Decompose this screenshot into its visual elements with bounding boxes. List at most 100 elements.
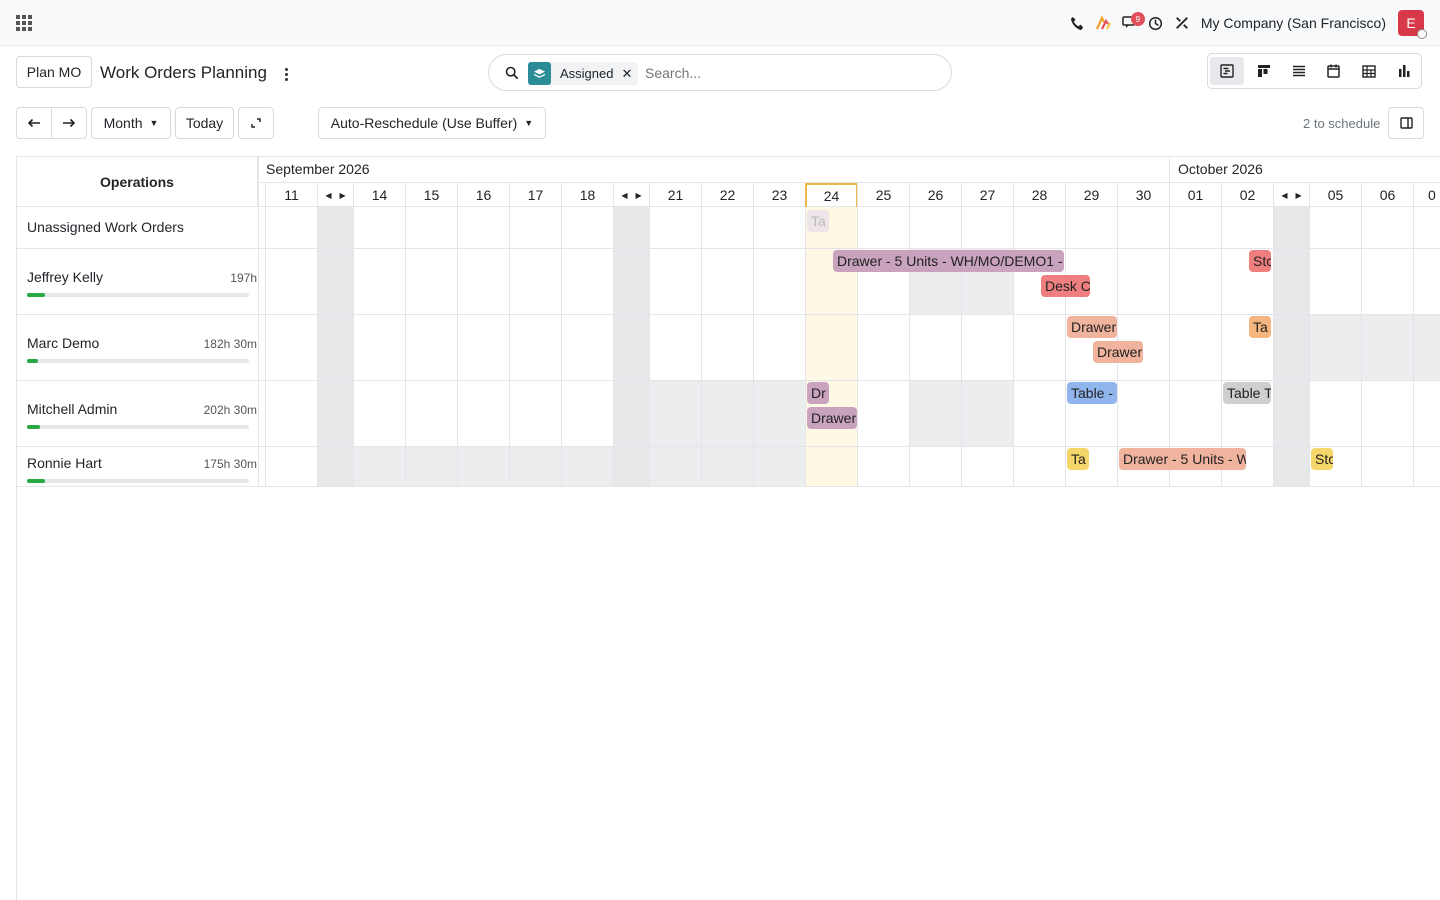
search-bar: Assigned ✕ [488,54,952,91]
row-name: Unassigned Work Orders [27,219,184,235]
day-header: 17 [509,183,561,207]
caret-right-icon: ▶ [1295,190,1302,200]
caret-down-icon: ▼ [524,118,534,128]
scale-label: Month [103,115,143,131]
search-input[interactable] [645,65,925,81]
expand-button[interactable] [238,107,274,139]
activity-chart-icon[interactable] [1091,10,1117,36]
operations-header: Operations [17,157,258,207]
list-view-icon[interactable] [1281,54,1316,88]
next-button[interactable] [51,107,87,139]
phone-icon[interactable] [1065,10,1091,36]
facet-label: Assigned [560,66,614,81]
day-header: 18 [561,183,613,207]
layers-icon [528,62,551,85]
row-name: Jeffrey Kelly [27,269,103,285]
day-header: 02 [1221,183,1273,207]
to-schedule-count[interactable]: 2 to schedule [1303,116,1380,131]
row-hours: 197h [230,271,257,285]
page-title: Work Orders Planning [100,63,267,82]
day-header: 11 [265,183,317,207]
day-header: 0 [1413,183,1440,207]
month-label-september: September 2026 [266,161,370,177]
today-button[interactable]: Today [175,107,234,139]
clock-icon[interactable] [1143,10,1169,36]
gantt-row[interactable]: Jeffrey Kelly 197h [17,249,1440,315]
day-header-today: 24 [805,183,858,207]
work-order-pill[interactable]: Stc [1311,448,1333,470]
row-hours: 175h 30m [203,457,257,471]
kanban-view-icon[interactable] [1246,54,1281,88]
messages-icon[interactable]: 9 [1117,10,1145,36]
plan-mo-button[interactable]: Plan MO [16,56,92,88]
pivot-view-icon[interactable] [1351,54,1386,88]
day-header: 30 [1117,183,1169,207]
search-icon[interactable] [505,66,519,80]
work-order-pill[interactable]: Drawer - 5 Units - W [1119,448,1246,470]
top-navbar: 9 My Company (San Francisco) E [0,0,1440,46]
caret-left-icon: ◀ [325,190,332,200]
work-order-pill[interactable]: Drawer [1067,316,1117,338]
expand-icon [251,118,261,128]
day-header: 21 [649,183,701,207]
graph-view-icon[interactable] [1386,54,1421,88]
day-header: 01 [1169,183,1221,207]
calendar-view-icon[interactable] [1316,54,1351,88]
arrow-right-icon [63,118,76,128]
work-order-pill[interactable]: Ta [1067,448,1089,470]
work-order-pill[interactable]: Dr [807,382,829,404]
reschedule-label: Auto-Reschedule (Use Buffer) [330,115,518,131]
row-name: Ronnie Hart [27,455,102,471]
day-header: 28 [1013,183,1065,207]
apps-menu-icon[interactable] [16,15,32,31]
day-header: 05 [1309,183,1361,207]
caret-left-icon: ◀ [621,190,628,200]
side-panel-toggle[interactable] [1388,107,1424,139]
work-order-pill[interactable]: Desk C [1041,275,1090,297]
work-order-pill[interactable]: Table - [1067,382,1117,404]
work-order-pill[interactable]: Ta [807,210,829,232]
workload-progress-bar [27,293,249,297]
caret-left-icon: ◀ [1281,190,1288,200]
day-header: 25 [857,183,909,207]
day-header: 29 [1065,183,1117,207]
caret-right-icon: ▶ [635,190,642,200]
scale-dropdown[interactable]: Month ▼ [91,107,171,139]
work-order-pill[interactable]: Stc [1249,250,1271,272]
previous-button[interactable] [16,107,52,139]
day-header: 23 [753,183,805,207]
systray: 9 My Company (San Francisco) E [1065,0,1440,46]
user-avatar[interactable]: E [1398,10,1427,39]
caret-right-icon: ▶ [339,190,346,200]
collapsed-weekend-nav[interactable]: ◀ ▶ [613,183,649,207]
search-facet-assigned[interactable]: Assigned ✕ [528,62,639,85]
remove-facet-icon[interactable]: ✕ [621,66,632,82]
day-header: 06 [1361,183,1413,207]
work-order-pill[interactable]: Drawer - 5 Units - WH/MO/DEMO1 - [833,250,1064,272]
company-switcher[interactable]: My Company (San Francisco) [1201,15,1386,31]
work-order-pill[interactable]: Drawer [807,407,857,429]
control-panel: Plan MO Work Orders Planning Assigned ✕ [0,46,1440,156]
row-name: Marc Demo [27,335,100,351]
collapsed-weekend-nav[interactable]: ◀ ▶ [317,183,353,207]
work-order-pill[interactable]: Drawer [1093,341,1143,363]
workload-progress-bar [27,425,249,429]
gantt-chart: Operations September 2026 October 2026 1… [16,156,1440,900]
work-order-pill[interactable]: Table T [1223,382,1271,404]
work-order-pill[interactable]: Ta [1249,316,1271,338]
collapsed-weekend-nav[interactable]: ◀ ▶ [1273,183,1309,207]
gantt-row[interactable]: Unassigned Work Orders [17,207,1440,249]
gantt-view-icon[interactable] [1210,57,1244,85]
tools-icon[interactable] [1169,10,1195,36]
month-divider [1169,157,1170,183]
row-hours: 182h 30m [203,337,257,351]
day-header: 14 [353,183,405,207]
actions-menu-icon[interactable] [281,64,291,84]
workload-progress-bar [27,479,249,483]
auto-reschedule-dropdown[interactable]: Auto-Reschedule (Use Buffer) ▼ [318,107,546,139]
row-hours: 202h 30m [203,403,257,417]
gantt-row[interactable]: Marc Demo 182h 30m [17,315,1440,381]
view-switcher [1207,53,1422,89]
day-header: 16 [457,183,509,207]
caret-down-icon: ▼ [149,118,159,128]
